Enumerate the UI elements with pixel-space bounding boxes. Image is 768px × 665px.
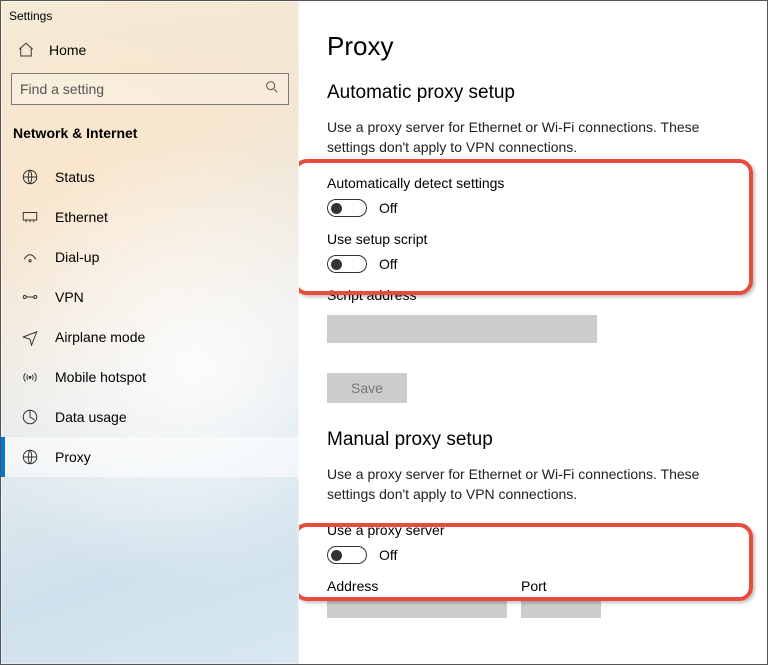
- save-button[interactable]: Save: [327, 373, 407, 403]
- use-proxy-state: Off: [379, 547, 397, 563]
- use-script-state: Off: [379, 256, 397, 272]
- sidebar-item-datausage[interactable]: Data usage: [1, 397, 299, 437]
- sidebar-item-vpn[interactable]: VPN: [1, 277, 299, 317]
- auto-section-heading: Automatic proxy setup: [327, 82, 739, 104]
- sidebar-item-dialup[interactable]: Dial-up: [1, 237, 299, 277]
- script-address-label: Script address: [327, 287, 739, 303]
- manual-port-input[interactable]: [521, 598, 601, 618]
- sidebar-item-label: Ethernet: [55, 209, 108, 225]
- sidebar: Settings Home Network & Internet Stat: [1, 1, 299, 664]
- settings-window: Settings Home Network & Internet Stat: [0, 0, 768, 665]
- use-proxy-label: Use a proxy server: [327, 522, 739, 538]
- auto-detect-toggle[interactable]: [327, 199, 367, 217]
- manual-section-desc: Use a proxy server for Ethernet or Wi-Fi…: [327, 465, 727, 504]
- content-pane: Proxy Automatic proxy setup Use a proxy …: [299, 1, 767, 664]
- use-script-label: Use setup script: [327, 231, 739, 247]
- sidebar-item-hotspot[interactable]: Mobile hotspot: [1, 357, 299, 397]
- app-title: Settings: [1, 7, 299, 31]
- sidebar-item-label: Proxy: [55, 449, 91, 465]
- sidebar-item-label: Airplane mode: [55, 329, 145, 345]
- sidebar-item-label: Dial-up: [55, 249, 99, 265]
- home-label: Home: [49, 42, 86, 58]
- search-icon: [264, 79, 280, 100]
- sidebar-item-proxy[interactable]: Proxy: [1, 437, 299, 477]
- sidebar-item-airplane[interactable]: Airplane mode: [1, 317, 299, 357]
- auto-detect-state: Off: [379, 200, 397, 216]
- page-title: Proxy: [327, 31, 739, 62]
- manual-port-label: Port: [521, 578, 601, 594]
- ethernet-icon: [21, 208, 39, 226]
- category-heading: Network & Internet: [1, 121, 299, 157]
- home-icon: [17, 41, 35, 59]
- use-proxy-toggle[interactable]: [327, 546, 367, 564]
- sidebar-item-label: VPN: [55, 289, 84, 305]
- auto-section-desc: Use a proxy server for Ethernet or Wi-Fi…: [327, 118, 727, 157]
- manual-section-heading: Manual proxy setup: [327, 429, 739, 451]
- airplane-icon: [21, 328, 39, 346]
- manual-address-input[interactable]: [327, 598, 507, 618]
- sidebar-item-label: Mobile hotspot: [55, 369, 146, 385]
- dialup-icon: [21, 248, 39, 266]
- sidebar-item-status[interactable]: Status: [1, 157, 299, 197]
- home-button[interactable]: Home: [1, 31, 299, 69]
- auto-detect-label: Automatically detect settings: [327, 175, 739, 191]
- search-input[interactable]: [20, 81, 264, 97]
- hotspot-icon: [21, 368, 39, 386]
- use-script-toggle[interactable]: [327, 255, 367, 273]
- vpn-icon: [21, 288, 39, 306]
- status-icon: [21, 168, 39, 186]
- proxy-icon: [21, 448, 39, 466]
- script-address-input[interactable]: [327, 315, 597, 343]
- sidebar-item-label: Status: [55, 169, 95, 185]
- sidebar-item-label: Data usage: [55, 409, 127, 425]
- search-box[interactable]: [11, 73, 289, 105]
- manual-address-label: Address: [327, 578, 507, 594]
- sidebar-item-ethernet[interactable]: Ethernet: [1, 197, 299, 237]
- datausage-icon: [21, 408, 39, 426]
